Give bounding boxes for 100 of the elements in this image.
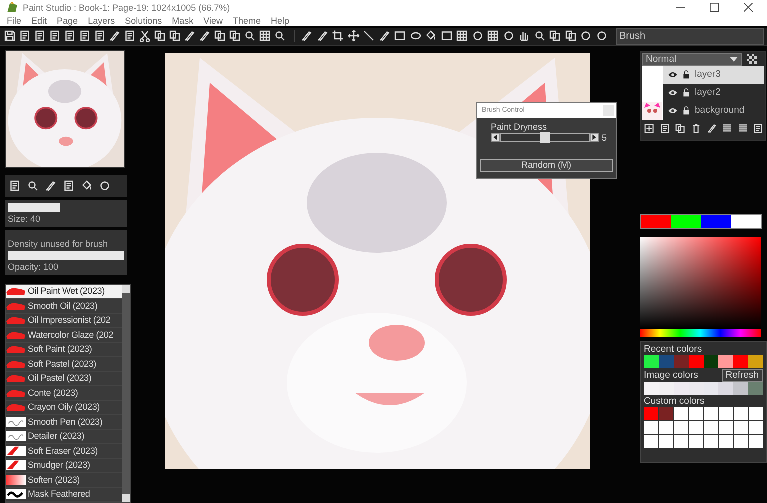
copy-icon[interactable]: [675, 122, 686, 134]
color-swatch[interactable]: [749, 406, 763, 420]
color-swatch[interactable]: [674, 382, 689, 394]
crop-icon[interactable]: [332, 30, 344, 42]
menu-item[interactable]: File: [7, 16, 22, 26]
color-swatch[interactable]: [749, 420, 763, 434]
brush-item[interactable]: Smudger (2023): [6, 458, 122, 473]
eye-icon[interactable]: [668, 88, 678, 96]
line-icon[interactable]: [363, 30, 375, 42]
copy-icon[interactable]: [154, 30, 166, 42]
color-swatch[interactable]: [749, 434, 763, 448]
color-swatch[interactable]: [658, 354, 674, 368]
page-icon[interactable]: [64, 30, 76, 42]
copy-icon[interactable]: [169, 30, 181, 42]
menu-item[interactable]: Help: [271, 16, 290, 26]
open-lock-icon[interactable]: [683, 70, 690, 79]
color-swatch[interactable]: [704, 382, 718, 394]
grid-icon[interactable]: [259, 30, 271, 42]
menu-item[interactable]: Theme: [232, 16, 261, 26]
plus-icon[interactable]: [644, 122, 655, 134]
brush-item[interactable]: Soft Pastel (2023): [6, 357, 122, 372]
pencil-icon[interactable]: [378, 30, 390, 42]
brush-item[interactable]: Soft Paint (2023): [6, 342, 122, 357]
hand-icon[interactable]: [518, 30, 530, 42]
color-swatch[interactable]: [718, 354, 734, 368]
color-swatch[interactable]: [644, 354, 659, 368]
scroll-bar[interactable]: [122, 284, 130, 502]
color-swatch[interactable]: [688, 354, 704, 368]
color-swatch[interactable]: [704, 406, 718, 420]
color-swatch[interactable]: [671, 214, 701, 228]
layer-row[interactable]: background: [642, 102, 764, 120]
color-swatch[interactable]: [701, 214, 731, 228]
brush-item[interactable]: Conte (2023): [6, 386, 122, 400]
menu-item[interactable]: Edit: [32, 16, 48, 26]
trash-icon[interactable]: [690, 122, 702, 134]
brush-item[interactable]: Mask Feathered: [6, 488, 122, 502]
grid-icon[interactable]: [456, 30, 468, 42]
color-swatch[interactable]: [704, 354, 718, 368]
color-swatch[interactable]: [689, 420, 703, 434]
lines-icon[interactable]: [738, 122, 748, 134]
pencil-icon[interactable]: [184, 30, 196, 42]
page-icon[interactable]: [63, 180, 75, 192]
blend-mode-dropdown[interactable]: Normal: [642, 52, 742, 66]
color-swatch[interactable]: [719, 434, 733, 448]
grid-icon[interactable]: [487, 30, 499, 42]
menu-item[interactable]: Solutions: [125, 16, 162, 26]
random-button[interactable]: Random (M): [480, 158, 613, 172]
lines-icon[interactable]: [722, 122, 733, 134]
open-lock-icon[interactable]: [683, 88, 690, 97]
color-swatch[interactable]: [659, 406, 673, 420]
brush-item[interactable]: Oil Paint Wet (2023): [6, 284, 122, 299]
refresh-button[interactable]: Refresh: [722, 368, 763, 382]
color-swatch[interactable]: [704, 434, 718, 448]
color-swatch[interactable]: [644, 420, 658, 434]
rect-icon[interactable]: [394, 30, 406, 42]
opacity-slider[interactable]: [8, 250, 124, 260]
brush-item[interactable]: Smooth Oil (2023): [6, 299, 122, 314]
color-swatch[interactable]: [689, 406, 703, 420]
page-icon[interactable]: [34, 30, 46, 42]
brush-item[interactable]: Soften (2023): [6, 473, 122, 488]
color-swatch[interactable]: [689, 434, 703, 448]
color-swatch[interactable]: [733, 354, 748, 368]
brush-item[interactable]: Smooth Pen (2023): [6, 415, 122, 430]
pencil-icon[interactable]: [706, 122, 718, 134]
pencil-icon[interactable]: [109, 30, 121, 42]
page-icon[interactable]: [660, 122, 670, 134]
move-icon[interactable]: [348, 30, 360, 42]
menu-item[interactable]: Layers: [88, 16, 116, 26]
color-swatch[interactable]: [644, 406, 658, 420]
menu-item[interactable]: Page: [57, 16, 78, 26]
bucket-icon[interactable]: [425, 30, 437, 42]
copy-icon[interactable]: [229, 30, 241, 42]
pencil-icon[interactable]: [316, 30, 328, 42]
color-swatch[interactable]: [659, 420, 673, 434]
color-swatch[interactable]: [659, 434, 673, 448]
color-swatch[interactable]: [674, 354, 689, 368]
left-arrow-icon[interactable]: [491, 133, 500, 142]
color-swatch[interactable]: [674, 434, 688, 448]
color-swatch[interactable]: [719, 420, 733, 434]
page-icon[interactable]: [94, 30, 106, 42]
pencil-icon[interactable]: [301, 30, 313, 42]
layer-row[interactable]: layer3: [642, 66, 764, 84]
page-icon[interactable]: [9, 180, 21, 192]
color-swatch[interactable]: [641, 214, 671, 228]
color-swatch[interactable]: [748, 354, 763, 368]
copy-icon[interactable]: [214, 30, 226, 42]
magnifier-icon[interactable]: [27, 180, 39, 192]
page-icon[interactable]: [79, 30, 91, 42]
close-icon[interactable]: [744, 3, 753, 12]
color-swatch[interactable]: [733, 382, 748, 394]
color-swatch[interactable]: [674, 420, 688, 434]
page-icon[interactable]: [753, 122, 764, 134]
tool-name-field[interactable]: Brush: [616, 28, 764, 44]
brush-item[interactable]: Oil Impressionist (202: [6, 314, 122, 328]
brush-item[interactable]: Crayon Oily (2023): [6, 400, 122, 415]
color-swatch[interactable]: [734, 406, 748, 420]
menu-item[interactable]: View: [204, 16, 223, 26]
pencil-icon[interactable]: [199, 30, 211, 42]
brush-item[interactable]: Detailer (2023): [6, 430, 122, 444]
page-icon[interactable]: [49, 30, 61, 42]
